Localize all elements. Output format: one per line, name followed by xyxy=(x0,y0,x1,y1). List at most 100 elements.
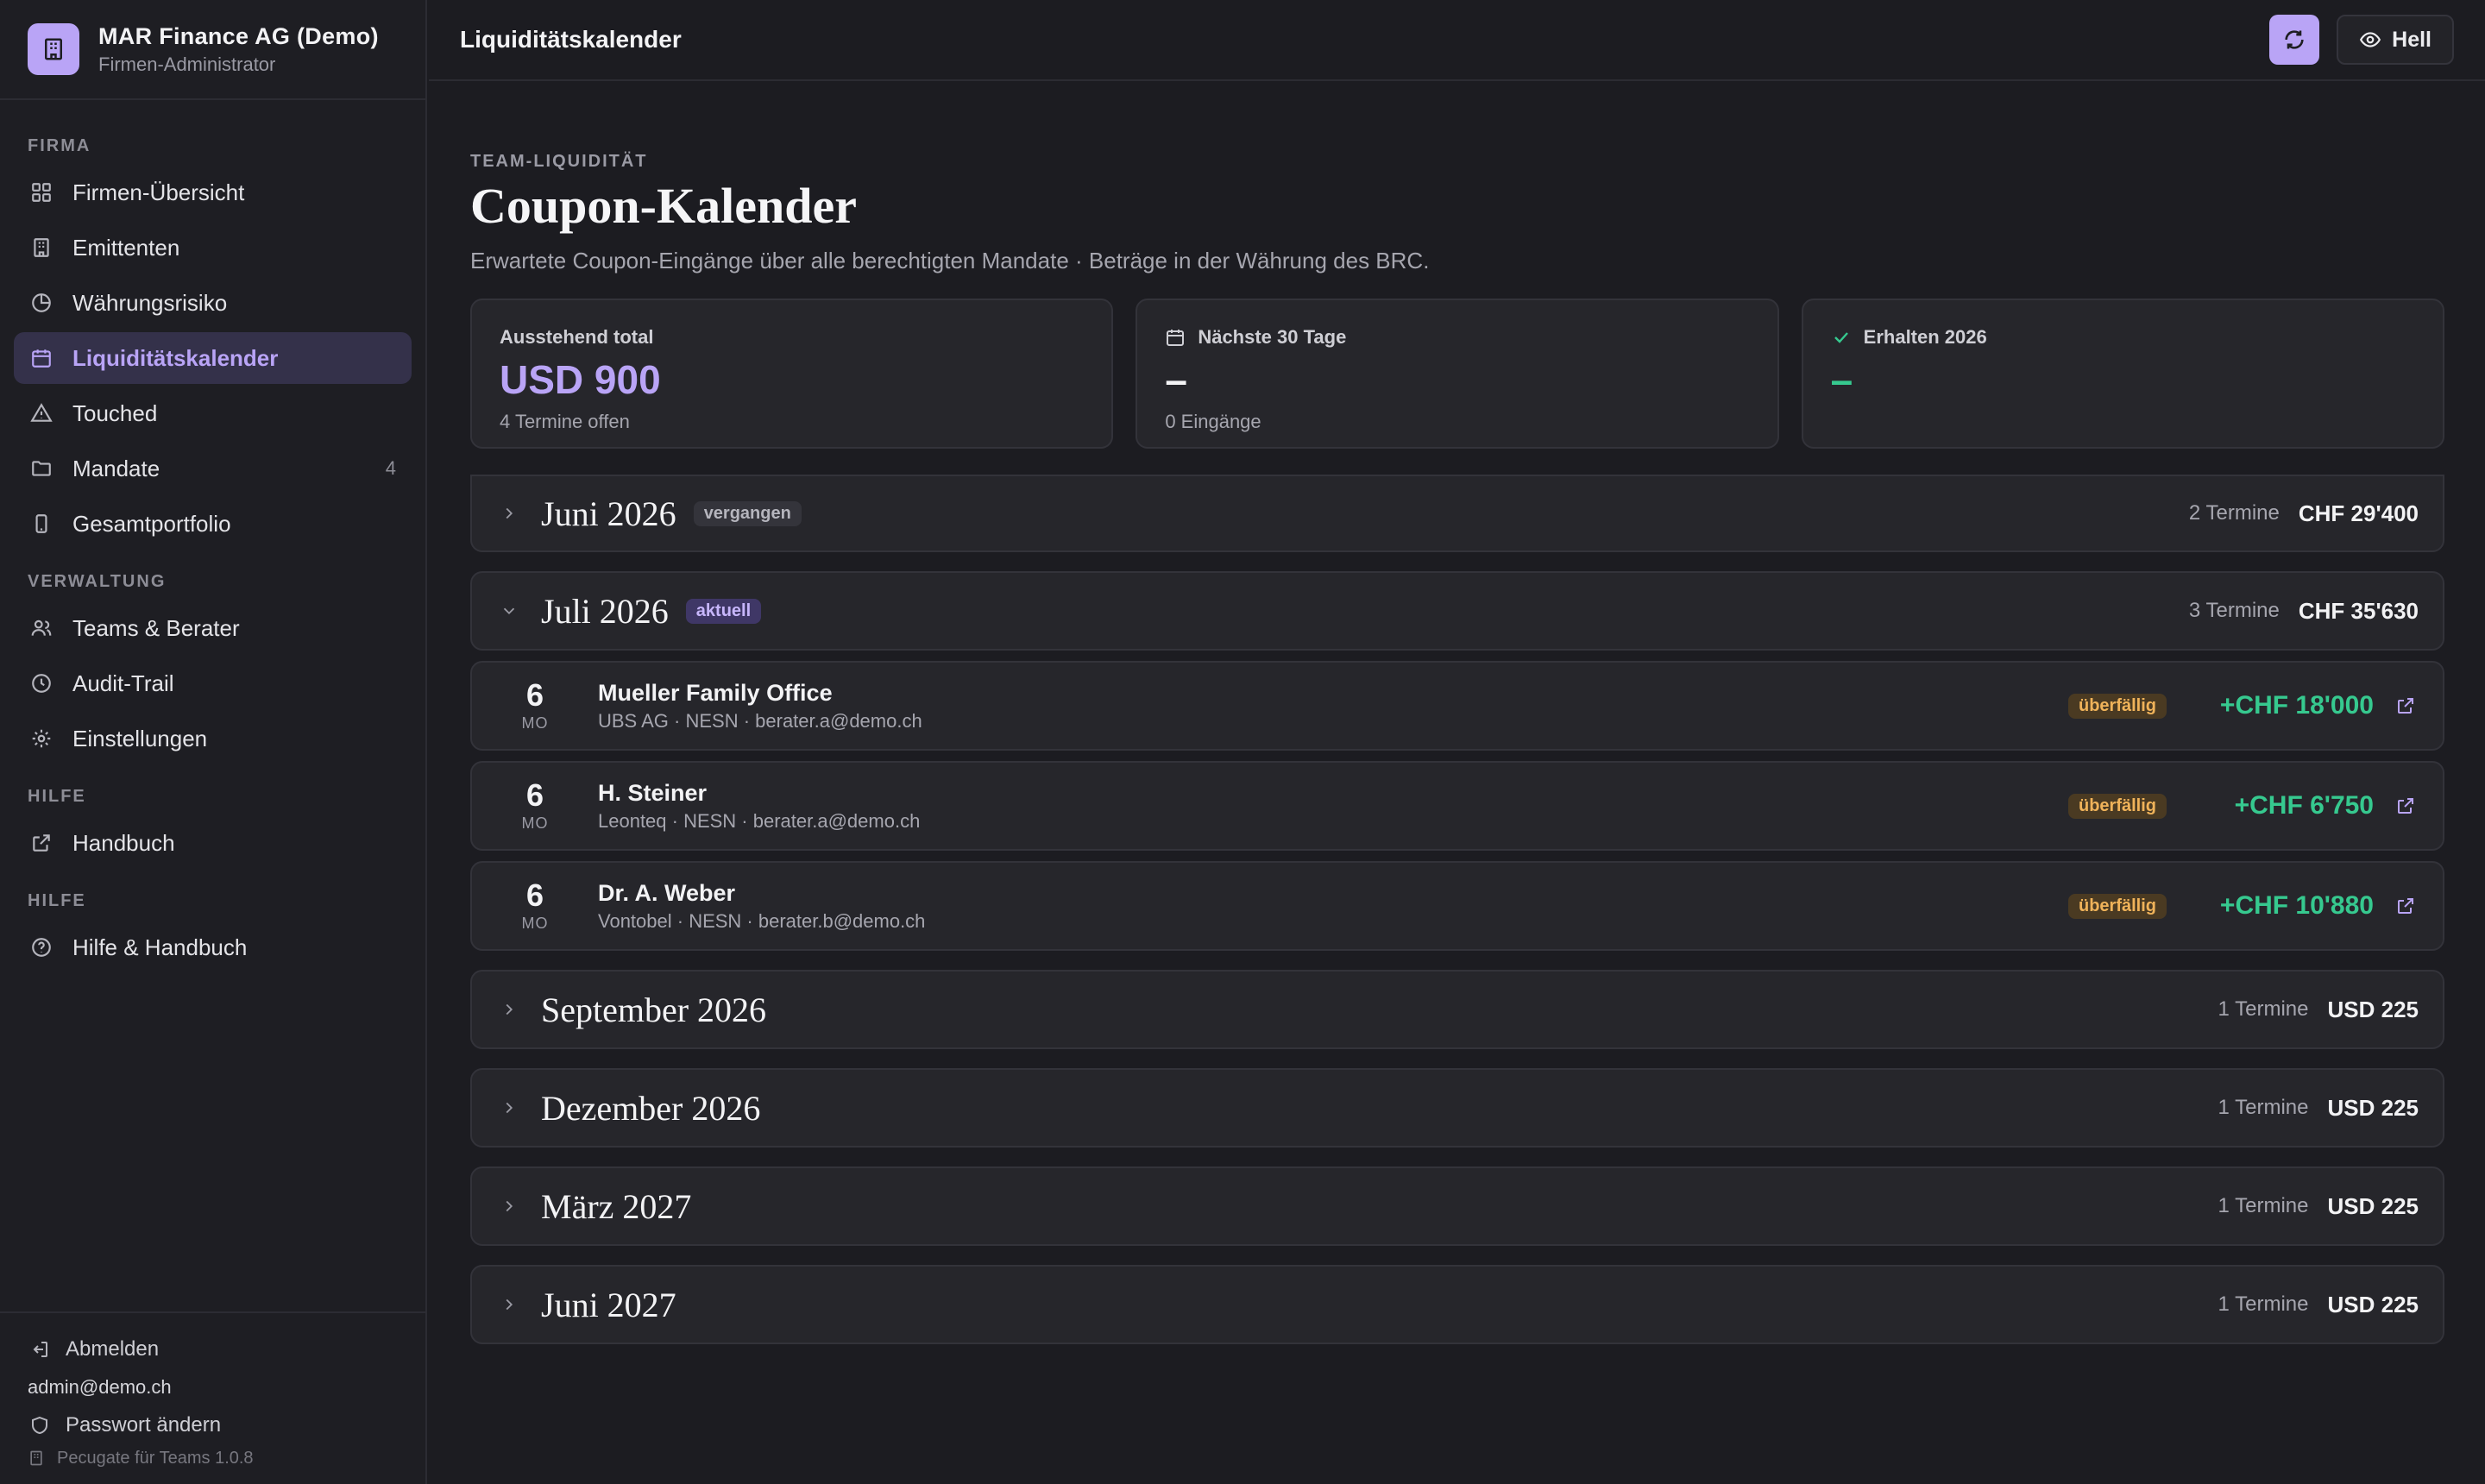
month-count: 3 Termine xyxy=(2188,599,2280,622)
month-summary: 3 Termine CHF 35'630 xyxy=(2189,598,2419,625)
logout-label: Abmelden xyxy=(66,1337,160,1361)
stat-label: Ausstehend total xyxy=(500,326,654,348)
gear-icon xyxy=(28,725,55,752)
change-password-link[interactable]: Passwort ändern xyxy=(28,1406,398,1444)
entry-date: 6 MO xyxy=(472,779,598,833)
entry-amount: +CHF 10'880 xyxy=(2219,891,2374,920)
section-hilfe-2: HILFE xyxy=(28,891,86,910)
sidebar-footer: Abmelden admin@demo.ch Passwort ändern P… xyxy=(0,1311,425,1484)
sidebar-item-label: Touched xyxy=(72,399,158,426)
status-badge: überfällig xyxy=(2067,893,2167,919)
sidebar-item-label: Hilfe & Handbuch xyxy=(72,934,248,960)
month-summary: 2 Termine CHF 29'400 xyxy=(2189,500,2419,527)
month-total: USD 225 xyxy=(2327,1291,2419,1317)
sidebar-item-settings[interactable]: Einstellungen xyxy=(14,713,412,764)
coupon-entry[interactable]: 6 MO H. Steiner Leonteq · NESN · berater… xyxy=(470,761,2444,851)
sidebar-item-overview[interactable]: Firmen-Übersicht xyxy=(14,167,412,218)
entry-client: Mueller Family Office xyxy=(598,679,833,706)
month-total: CHF 35'630 xyxy=(2298,597,2419,624)
sidebar-item-portfolio[interactable]: Gesamtportfolio xyxy=(14,498,412,550)
sidebar-item-label: Handbuch xyxy=(72,829,175,856)
topbar: Liquiditätskalender Hell xyxy=(429,0,2485,81)
chevron-right-icon xyxy=(498,1293,520,1316)
external-link-icon[interactable] xyxy=(2394,895,2417,917)
month-count: 1 Termine xyxy=(2218,1292,2309,1316)
month-summary: 1 Termine USD 225 xyxy=(2218,997,2419,1023)
sidebar-item-issuers[interactable]: Emittenten xyxy=(14,222,412,274)
sidebar-item-mandates[interactable]: Mandate 4 xyxy=(14,443,412,494)
stat-label: Nächste 30 Tage xyxy=(1198,326,1347,348)
coupon-entry[interactable]: 6 MO Mueller Family Office UBS AG · NESN… xyxy=(470,661,2444,751)
warning-triangle-icon xyxy=(28,399,55,427)
shield-icon xyxy=(28,1413,52,1437)
topbar-title: Liquiditätskalender xyxy=(460,26,682,53)
sidebar-item-help[interactable]: Hilfe & Handbuch xyxy=(14,921,412,973)
month-row[interactable]: Juli 2026 aktuell 3 Termine CHF 35'630 xyxy=(470,571,2444,651)
month-row[interactable]: Dezember 2026 1 Termine USD 225 xyxy=(470,1068,2444,1148)
building-icon xyxy=(28,234,55,261)
month-summary: 1 Termine USD 225 xyxy=(2218,1292,2419,1318)
grid-icon xyxy=(28,179,55,206)
eye-icon xyxy=(2359,28,2381,51)
sidebar-item-audit[interactable]: Audit-Trail xyxy=(14,657,412,709)
users-icon xyxy=(28,614,55,642)
month-total: CHF 29'400 xyxy=(2298,500,2419,526)
section-hilfe: HILFE xyxy=(28,787,86,806)
page-subtitle: Erwartete Coupon-Eingänge über alle bere… xyxy=(470,248,1430,274)
sidebar-item-label: Emittenten xyxy=(72,234,180,261)
sidebar-item-label: Liquiditätskalender xyxy=(72,344,279,371)
chevron-right-icon xyxy=(498,998,520,1021)
month-name: Juni 2027 xyxy=(541,1285,676,1324)
chevron-right-icon xyxy=(498,1195,520,1217)
chevron-right-icon xyxy=(498,502,520,525)
status-badge: aktuell xyxy=(685,598,762,624)
theme-label: Hell xyxy=(2392,27,2432,52)
user-role: Firmen-Administrator xyxy=(98,53,276,75)
month-count: 1 Termine xyxy=(2218,1194,2309,1217)
calendar-icon xyxy=(1165,327,1186,348)
month-row[interactable]: September 2026 1 Termine USD 225 xyxy=(470,970,2444,1049)
sidebar-item-liquidity[interactable]: Liquiditätskalender xyxy=(14,332,412,384)
sidebar-item-label: Währungsrisiko xyxy=(72,289,228,316)
month-row[interactable]: März 2027 1 Termine USD 225 xyxy=(470,1166,2444,1246)
chevron-right-icon xyxy=(498,1097,520,1119)
entry-details: Mueller Family Office UBS AG · NESN · be… xyxy=(598,680,2051,733)
coupon-entry[interactable]: 6 MO Dr. A. Weber Vontobel · NESN · bera… xyxy=(470,861,2444,951)
section-verwaltung: VERWALTUNG xyxy=(28,572,167,591)
entry-client: H. Steiner xyxy=(598,779,708,806)
main-content: TEAM-LIQUIDITÄT Coupon-Kalender Erwartet… xyxy=(470,81,2444,1363)
brand-header[interactable]: MAR Finance AG (Demo) Firmen-Administrat… xyxy=(0,0,425,100)
external-link-icon[interactable] xyxy=(2394,795,2417,817)
theme-toggle-button[interactable]: Hell xyxy=(2337,15,2454,65)
sidebar-nav: FIRMA Firmen-Übersicht Emittenten Währun… xyxy=(0,100,425,973)
mandates-count-badge: 4 xyxy=(385,457,396,479)
sidebar-item-label: Teams & Berater xyxy=(72,614,240,641)
refresh-button[interactable] xyxy=(2269,15,2320,65)
stat-value: – xyxy=(1830,357,1853,402)
logout-link[interactable]: Abmelden xyxy=(28,1330,398,1368)
entry-weekday: MO xyxy=(521,914,549,932)
clock-icon xyxy=(28,670,55,697)
entry-weekday: MO xyxy=(521,814,549,832)
folder-icon xyxy=(28,455,55,482)
stat-outstanding: Ausstehend total USD 900 4 Termine offen xyxy=(470,299,1114,449)
sidebar-item-manual[interactable]: Handbuch xyxy=(14,817,412,869)
stats-row: Ausstehend total USD 900 4 Termine offen… xyxy=(470,299,2444,449)
external-link-icon xyxy=(28,829,55,857)
sidebar-item-teams[interactable]: Teams & Berater xyxy=(14,602,412,654)
month-name: Juni 2026 xyxy=(541,494,676,533)
stat-label: Erhalten 2026 xyxy=(1863,326,1987,348)
sidebar-item-currency-risk[interactable]: Währungsrisiko xyxy=(14,277,412,329)
month-count: 1 Termine xyxy=(2218,997,2309,1021)
month-row[interactable]: Juni 2026 vergangen 2 Termine CHF 29'400 xyxy=(470,475,2444,552)
pie-chart-icon xyxy=(28,289,55,317)
month-name: September 2026 xyxy=(541,990,767,1029)
entry-amount: +CHF 18'000 xyxy=(2219,691,2374,720)
month-total: USD 225 xyxy=(2327,996,2419,1022)
sidebar-item-touched[interactable]: Touched xyxy=(14,387,412,439)
company-name: MAR Finance AG (Demo) xyxy=(98,22,379,49)
external-link-icon[interactable] xyxy=(2394,695,2417,717)
sidebar-item-label: Einstellungen xyxy=(72,725,208,751)
entry-date: 6 MO xyxy=(472,679,598,733)
month-row[interactable]: Juni 2027 1 Termine USD 225 xyxy=(470,1265,2444,1344)
